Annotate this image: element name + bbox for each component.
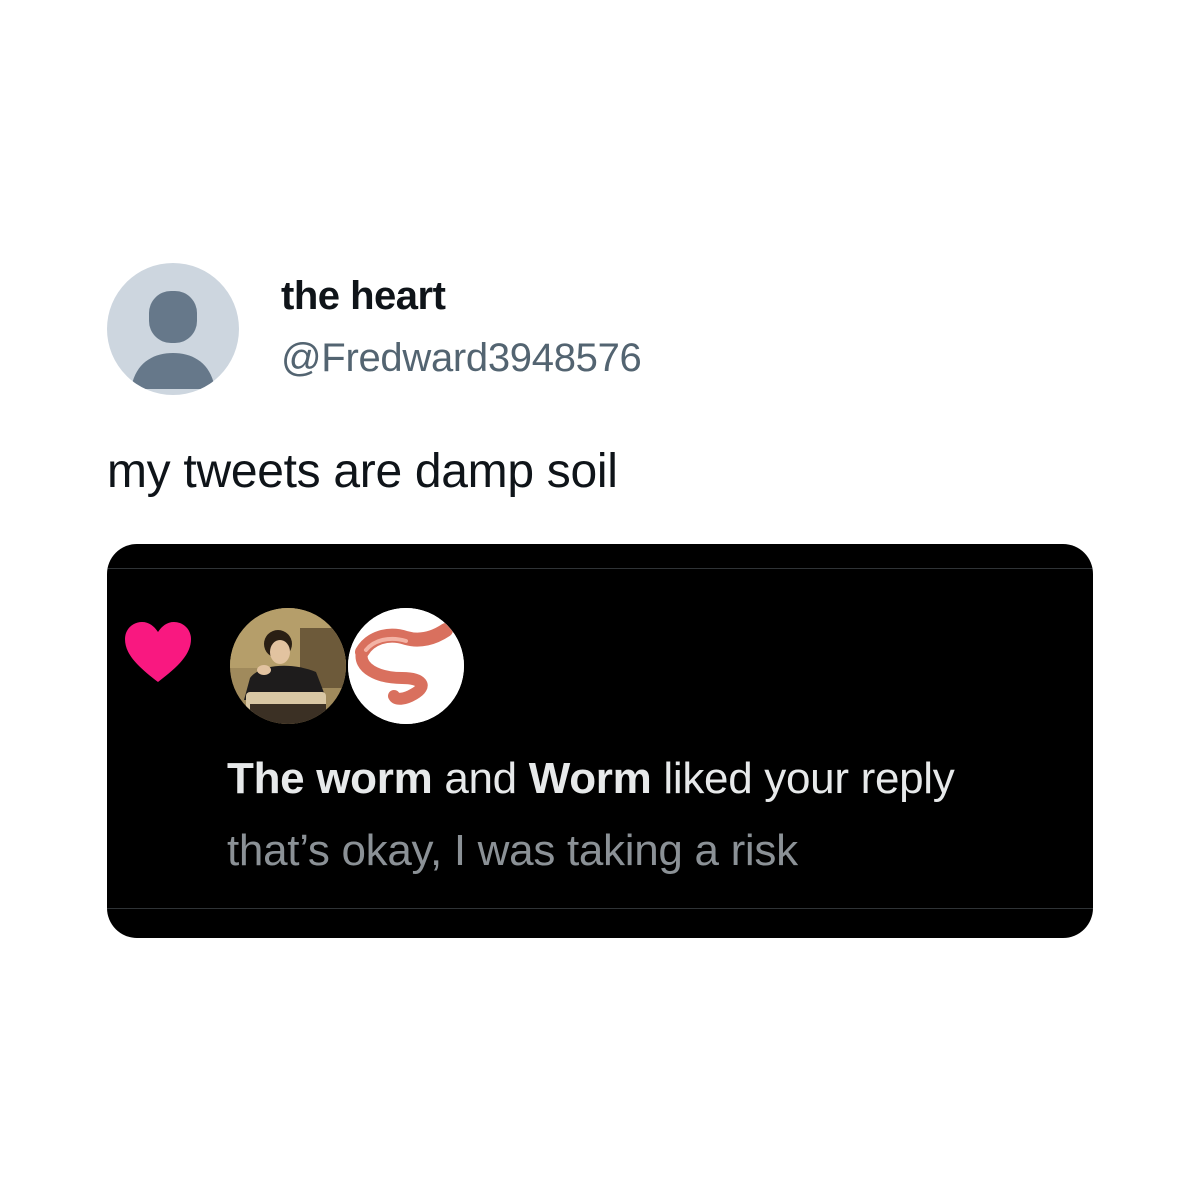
divider — [107, 568, 1093, 569]
divider — [107, 908, 1093, 909]
heart-icon — [125, 622, 191, 682]
liker-name-the-worm[interactable]: The worm — [227, 754, 433, 803]
like-summary: The worm and Worm liked your reply — [227, 754, 955, 804]
author-avatar[interactable] — [107, 263, 239, 395]
like-action: liked your reply — [651, 754, 955, 803]
painting-portrait-avatar — [230, 608, 346, 724]
author-display-name[interactable]: the heart — [281, 274, 446, 319]
like-notification-card[interactable]: The worm and Worm liked your reply that’… — [107, 544, 1093, 938]
worm-avatar — [348, 608, 464, 724]
like-connector: and — [432, 754, 529, 803]
liked-reply-preview[interactable]: that’s okay, I was taking a risk — [227, 826, 798, 876]
author-handle[interactable]: @Fredward3948576 — [281, 336, 642, 381]
liker-avatar-the-worm[interactable] — [230, 608, 346, 724]
liker-avatar-worm[interactable] — [348, 608, 464, 724]
liker-name-worm[interactable]: Worm — [529, 754, 652, 803]
tweet-text: my tweets are damp soil — [107, 445, 618, 498]
default-profile-icon — [131, 291, 215, 389]
